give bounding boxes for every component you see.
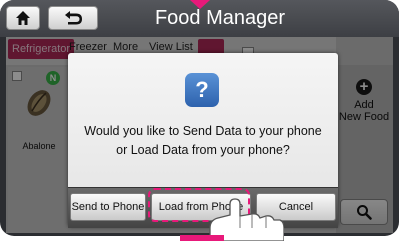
page-title: Food Manager [154, 7, 286, 29]
send-to-phone-button[interactable]: Send to Phone [70, 193, 146, 221]
callout-marker-bottom [180, 235, 224, 241]
home-button[interactable] [6, 6, 40, 30]
home-icon [16, 11, 30, 25]
back-button[interactable] [48, 6, 98, 30]
question-icon: ? [185, 73, 219, 107]
callout-marker-top [190, 0, 210, 9]
back-arrow-icon [65, 11, 82, 25]
dialog-message: Would you like to Send Data to your phon… [84, 124, 322, 157]
